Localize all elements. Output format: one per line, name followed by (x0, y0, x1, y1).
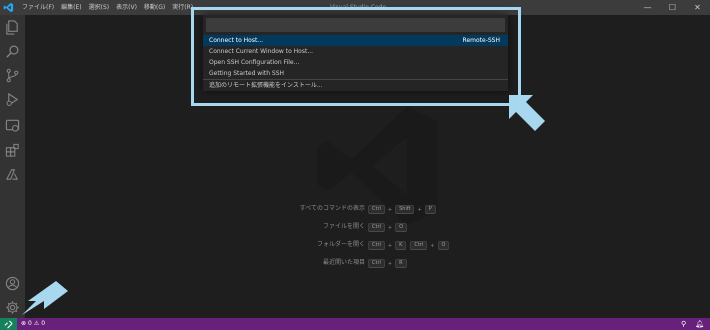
remote-icon (4, 320, 13, 328)
menu-edit[interactable]: 編集(E) (61, 0, 81, 15)
key: R (395, 259, 407, 268)
activity-bar (0, 15, 25, 318)
vscode-logo-icon (3, 2, 14, 13)
hint-open-folder: フォルダーを開く Ctrl + K Ctrl + O (260, 239, 560, 251)
window-controls: — ☐ ✕ (635, 0, 710, 15)
key: O (395, 223, 408, 232)
minimize-button[interactable]: — (635, 0, 660, 15)
hint-label: ファイルを開く (322, 223, 365, 230)
explorer-icon[interactable] (5, 20, 20, 35)
search-icon[interactable] (5, 44, 20, 59)
error-count: 0 (28, 320, 32, 327)
warning-count: 0 (41, 320, 46, 327)
source-control-icon[interactable] (5, 68, 20, 83)
extensions-icon[interactable] (5, 143, 20, 158)
key: K (395, 241, 407, 250)
hint-keys: Ctrl + R (368, 259, 407, 268)
menu-file[interactable]: ファイル(F) (22, 0, 54, 15)
key: O (437, 241, 450, 250)
key: Ctrl (368, 241, 385, 250)
maximize-button[interactable]: ☐ (660, 0, 685, 15)
hint-open-file: ファイルを開く Ctrl + O (260, 221, 560, 233)
hint-keys: Ctrl + Shift + P (368, 205, 436, 214)
key: P (424, 205, 436, 214)
status-bar: ⊗ 0 ⚠ 0 ⚲ 🔔︎ (0, 318, 710, 330)
menu-selection[interactable]: 選択(S) (89, 0, 110, 15)
hint-show-all-commands: すべてのコマンドの表示 Ctrl + Shift + P (260, 203, 560, 215)
annotation-arrow-icon (22, 281, 68, 315)
hint-label: 最近開いた項目 (322, 259, 365, 266)
key: Ctrl (368, 223, 385, 232)
key: Ctrl (368, 205, 385, 214)
problems-indicator[interactable]: ⊗ 0 ⚠ 0 (21, 318, 47, 330)
close-button[interactable]: ✕ (685, 0, 710, 15)
status-bar-right: ⚲ 🔔︎ (672, 318, 704, 330)
azure-icon[interactable] (5, 167, 20, 182)
key: Ctrl (410, 241, 428, 250)
run-debug-icon[interactable] (5, 92, 20, 107)
error-icon: ⊗ (21, 320, 27, 327)
remote-explorer-icon[interactable] (5, 118, 20, 133)
hint-label: フォルダーを開く (316, 241, 365, 248)
hint-recent: 最近開いた項目 Ctrl + R (260, 257, 560, 269)
annotation-arrow-icon (509, 95, 545, 131)
key: Shift (395, 205, 415, 214)
hint-label: すべてのコマンドの表示 (299, 205, 365, 212)
menu-run[interactable]: 実行(R) (172, 0, 193, 15)
warning-icon: ⚠ (33, 320, 40, 327)
annotation-highlight-box (191, 7, 521, 106)
key: Ctrl (368, 259, 385, 268)
notifications-bell-icon[interactable]: 🔔︎ (695, 320, 704, 328)
menu-view[interactable]: 表示(V) (116, 0, 137, 15)
feedback-icon[interactable]: ⚲ (681, 320, 686, 328)
remote-indicator-button[interactable] (0, 318, 17, 330)
menu-go[interactable]: 移動(G) (144, 0, 165, 15)
hint-keys: Ctrl + O (368, 223, 408, 232)
hint-keys: Ctrl + K Ctrl + O (368, 241, 450, 250)
menu-bar: ファイル(F) 編集(E) 選択(S) 表示(V) 移動(G) 実行(R) (22, 0, 200, 15)
